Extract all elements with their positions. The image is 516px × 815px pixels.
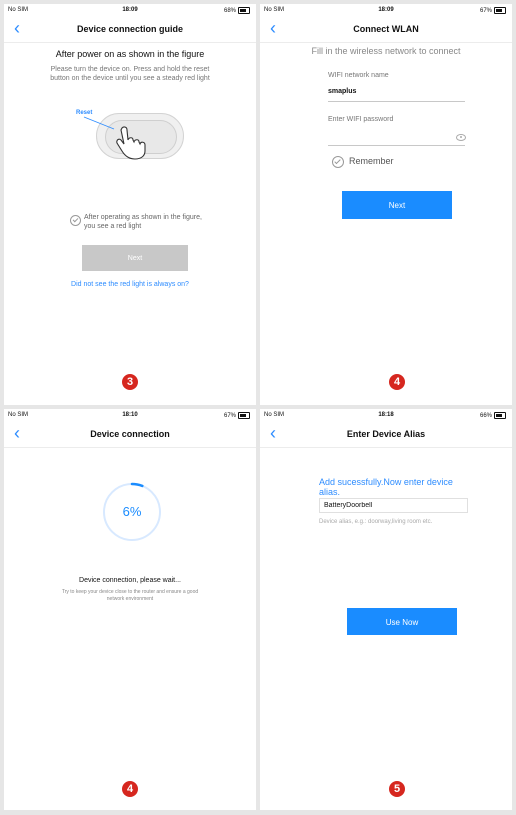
password-underline [328, 145, 465, 146]
alias-heading: Add sucessfully.Now enter device alias. [319, 477, 453, 497]
battery-percent: 67% [223, 413, 236, 420]
nav-bar: ‹ Device connection [4, 421, 256, 448]
check-circle-icon [332, 156, 344, 168]
battery-percent: 66% [479, 413, 492, 420]
clock: 18:09 [122, 7, 138, 13]
page-title: Device connection [90, 429, 170, 439]
battery-indicator: 68% [224, 7, 250, 14]
status-bar: No SIM 18:18 66% [260, 409, 512, 421]
nav-bar: ‹ Device connection guide [4, 16, 256, 43]
nav-bar: ‹ Connect WLAN [260, 16, 512, 43]
screen-device-connection: No SIM 18:10 67% ‹ Device connection 6% … [4, 409, 256, 810]
page-title: Connect WLAN [353, 24, 419, 34]
status-bar: No SIM 18:09 67% [260, 4, 512, 16]
nav-bar: ‹ Enter Device Alias [260, 421, 512, 448]
screen-enter-device-alias: No SIM 18:18 66% ‹ Enter Device Alias Ad… [260, 409, 512, 810]
status-bar: No SIM 18:09 68% [4, 4, 256, 16]
alias-hint: Device alias, e.g.: doorway,living room … [319, 519, 433, 525]
step-number-badge: 4 [122, 781, 138, 797]
hand-press-icon [116, 126, 146, 160]
status-bar: No SIM 18:10 67% [4, 409, 256, 421]
screen-connect-wlan: No SIM 18:09 67% ‹ Connect WLAN Fill in … [260, 4, 512, 405]
reset-label: Reset [76, 110, 93, 116]
step-number-badge: 3 [122, 374, 138, 390]
step-number-badge: 4 [389, 374, 405, 390]
connection-status-title: Device connection, please wait... [79, 577, 181, 584]
battery-icon [494, 7, 506, 14]
wifi-name-label: WIFI network name [328, 72, 389, 79]
battery-indicator: 67% [224, 412, 250, 419]
battery-icon [238, 412, 250, 419]
instruction-heading: After power on as shown in the figure [55, 49, 205, 59]
progress-percent: 6% [122, 504, 142, 519]
next-button[interactable]: Next [342, 191, 452, 219]
battery-icon [238, 7, 250, 14]
battery-icon [494, 412, 506, 419]
wifi-name-field[interactable]: smaplus [328, 88, 356, 95]
screen-device-connection-guide: No SIM 18:09 68% ‹ Device connection gui… [4, 4, 256, 405]
clock: 18:09 [378, 7, 394, 13]
alias-input[interactable] [319, 498, 468, 513]
instruction-heading: Fill in the wireless network to connect [311, 46, 461, 56]
check-circle-icon [70, 215, 81, 226]
use-now-button[interactable]: Use Now [347, 608, 457, 635]
connection-status-description: Try to keep your device close to the rou… [61, 589, 199, 602]
battery-percent: 67% [479, 8, 492, 15]
instruction-description: Please turn the device on. Press and hol… [50, 66, 210, 82]
reset-pointer-line [83, 116, 115, 130]
password-field[interactable]: Enter WIFI password [328, 116, 393, 123]
clock: 18:10 [122, 412, 138, 418]
wifi-name-underline [328, 101, 465, 102]
page-title: Enter Device Alias [346, 429, 426, 439]
remember-label: Remember [349, 156, 394, 166]
step-number-badge: 5 [389, 781, 405, 797]
battery-percent: 68% [223, 8, 236, 15]
battery-indicator: 66% [480, 412, 506, 419]
battery-indicator: 67% [480, 7, 506, 14]
red-light-help-link[interactable]: Did not see the red light is always on? [4, 281, 256, 288]
clock: 18:18 [378, 412, 394, 418]
show-password-icon[interactable] [456, 134, 466, 141]
next-button[interactable]: Next [82, 245, 188, 271]
page-title: Device connection guide [76, 24, 184, 34]
confirm-label: After operating as shown in the figure, … [84, 214, 202, 230]
